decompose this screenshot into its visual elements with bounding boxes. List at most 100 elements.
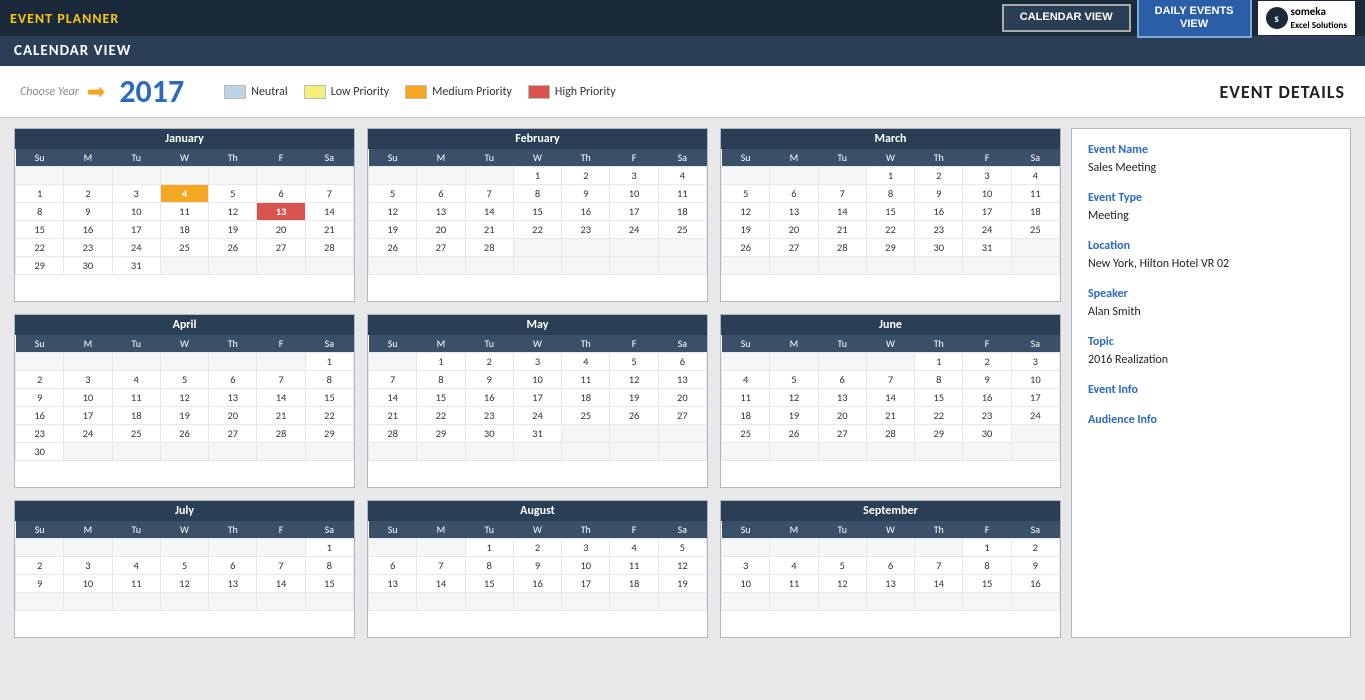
calendar-day[interactable]: 3	[610, 167, 658, 185]
calendar-day[interactable]: 8	[417, 371, 465, 389]
calendar-day[interactable]: 25	[160, 239, 208, 257]
calendar-day[interactable]: 10	[963, 185, 1011, 203]
calendar-day[interactable]: 6	[209, 557, 257, 575]
calendar-day[interactable]: 28	[369, 425, 417, 443]
calendar-day[interactable]: 21	[818, 221, 866, 239]
calendar-day[interactable]: 15	[16, 221, 64, 239]
calendar-day[interactable]: 11	[1011, 185, 1059, 203]
calendar-day[interactable]: 27	[658, 407, 706, 425]
calendar-day[interactable]: 8	[513, 185, 561, 203]
calendar-day[interactable]: 13	[658, 371, 706, 389]
calendar-day[interactable]: 11	[112, 389, 160, 407]
calendar-day[interactable]: 3	[1011, 353, 1059, 371]
calendar-day[interactable]: 25	[562, 407, 610, 425]
calendar-day[interactable]: 2	[64, 185, 112, 203]
calendar-day[interactable]: 14	[305, 203, 353, 221]
calendar-day[interactable]: 26	[722, 239, 770, 257]
calendar-day[interactable]: 19	[722, 221, 770, 239]
calendar-day[interactable]: 3	[562, 539, 610, 557]
calendar-day[interactable]: 6	[369, 557, 417, 575]
calendar-day[interactable]: 16	[465, 389, 513, 407]
calendar-day[interactable]: 15	[866, 203, 914, 221]
calendar-day[interactable]: 13	[818, 389, 866, 407]
calendar-day[interactable]: 18	[1011, 203, 1059, 221]
calendar-day[interactable]: 22	[915, 407, 963, 425]
calendar-day[interactable]: 9	[915, 185, 963, 203]
calendar-day[interactable]: 29	[417, 425, 465, 443]
calendar-day[interactable]: 7	[915, 557, 963, 575]
calendar-day[interactable]: 14	[369, 389, 417, 407]
calendar-day[interactable]: 3	[112, 185, 160, 203]
calendar-day[interactable]: 13	[209, 575, 257, 593]
calendar-day[interactable]: 7	[465, 185, 513, 203]
calendar-day[interactable]: 1	[16, 185, 64, 203]
calendar-day[interactable]: 11	[562, 371, 610, 389]
calendar-day[interactable]: 27	[257, 239, 305, 257]
calendar-day[interactable]: 7	[257, 371, 305, 389]
calendar-day[interactable]: 27	[818, 425, 866, 443]
calendar-day[interactable]: 1	[465, 539, 513, 557]
calendar-day[interactable]: 10	[610, 185, 658, 203]
calendar-day[interactable]: 15	[513, 203, 561, 221]
calendar-day[interactable]: 6	[209, 371, 257, 389]
calendar-day[interactable]: 5	[818, 557, 866, 575]
calendar-day[interactable]: 17	[610, 203, 658, 221]
calendar-day[interactable]: 9	[16, 575, 64, 593]
calendar-day[interactable]: 15	[915, 389, 963, 407]
calendar-day[interactable]: 8	[16, 203, 64, 221]
calendar-day[interactable]: 7	[866, 371, 914, 389]
calendar-day[interactable]: 12	[160, 575, 208, 593]
calendar-day[interactable]: 24	[64, 425, 112, 443]
calendar-day[interactable]: 31	[112, 257, 160, 275]
calendar-day[interactable]: 16	[16, 407, 64, 425]
calendar-day[interactable]: 26	[770, 425, 818, 443]
calendar-day[interactable]: 19	[658, 575, 706, 593]
calendar-day[interactable]: 2	[963, 353, 1011, 371]
calendar-day[interactable]: 16	[64, 221, 112, 239]
calendar-day[interactable]: 23	[915, 221, 963, 239]
calendar-day[interactable]: 28	[866, 425, 914, 443]
calendar-day[interactable]: 11	[658, 185, 706, 203]
calendar-day[interactable]: 24	[112, 239, 160, 257]
calendar-day[interactable]: 15	[465, 575, 513, 593]
calendar-day[interactable]: 10	[1011, 371, 1059, 389]
calendar-day[interactable]: 29	[305, 425, 353, 443]
calendar-day[interactable]: 12	[160, 389, 208, 407]
calendar-day[interactable]: 4	[160, 185, 208, 203]
calendar-day[interactable]: 1	[915, 353, 963, 371]
calendar-day[interactable]: 6	[417, 185, 465, 203]
calendar-day[interactable]: 11	[160, 203, 208, 221]
calendar-day[interactable]: 16	[513, 575, 561, 593]
calendar-day[interactable]: 14	[257, 389, 305, 407]
calendar-day[interactable]: 2	[16, 557, 64, 575]
calendar-day[interactable]: 4	[722, 371, 770, 389]
calendar-day[interactable]: 24	[513, 407, 561, 425]
calendar-day[interactable]: 31	[513, 425, 561, 443]
calendar-day[interactable]: 22	[305, 407, 353, 425]
calendar-day[interactable]: 7	[369, 371, 417, 389]
calendar-day[interactable]: 5	[722, 185, 770, 203]
calendar-day[interactable]: 23	[963, 407, 1011, 425]
calendar-day[interactable]: 8	[465, 557, 513, 575]
calendar-day[interactable]: 14	[417, 575, 465, 593]
calendar-day[interactable]: 22	[866, 221, 914, 239]
calendar-day[interactable]: 20	[209, 407, 257, 425]
calendar-day[interactable]: 12	[610, 371, 658, 389]
calendar-day[interactable]: 5	[610, 353, 658, 371]
calendar-day[interactable]: 20	[658, 389, 706, 407]
year-display[interactable]: 2017	[119, 72, 184, 111]
calendar-day[interactable]: 2	[915, 167, 963, 185]
daily-events-btn[interactable]: DAILY EVENTSVIEW	[1137, 0, 1252, 38]
calendar-day[interactable]: 11	[722, 389, 770, 407]
calendar-day[interactable]: 19	[369, 221, 417, 239]
calendar-day[interactable]: 2	[562, 167, 610, 185]
calendar-day[interactable]: 7	[818, 185, 866, 203]
calendar-day[interactable]: 4	[112, 557, 160, 575]
calendar-day[interactable]: 9	[1011, 557, 1059, 575]
calendar-day[interactable]: 19	[160, 407, 208, 425]
calendar-day[interactable]: 28	[305, 239, 353, 257]
calendar-day[interactable]: 9	[465, 371, 513, 389]
calendar-day[interactable]: 3	[64, 557, 112, 575]
calendar-day[interactable]: 28	[465, 239, 513, 257]
calendar-day[interactable]: 21	[369, 407, 417, 425]
